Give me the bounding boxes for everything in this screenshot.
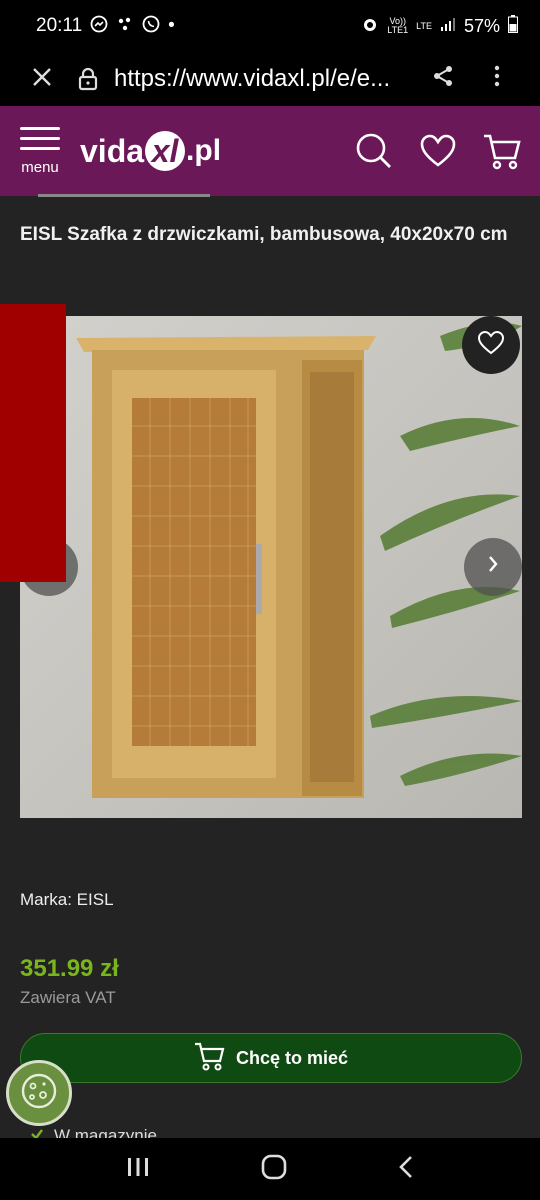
dots-app-icon bbox=[116, 15, 134, 38]
back-button[interactable] bbox=[398, 1155, 414, 1184]
chevron-right-icon bbox=[486, 554, 500, 580]
search-icon[interactable] bbox=[354, 131, 394, 171]
add-to-cart-label: Chcę to mieć bbox=[235, 1047, 349, 1068]
clock: 20:11 bbox=[36, 15, 83, 36]
product-title: EISL Szafka z drzwiczkami, bambusowa, 40… bbox=[20, 224, 508, 245]
red-side-tab[interactable] bbox=[0, 304, 66, 582]
messenger-icon bbox=[90, 15, 108, 38]
more-vertical-icon bbox=[494, 65, 500, 92]
close-tab-button[interactable] bbox=[16, 64, 68, 95]
add-to-cart-button[interactable]: Chcę to mieć bbox=[20, 1033, 522, 1083]
product-price: 351.99 zł bbox=[20, 955, 119, 982]
check-icon bbox=[30, 1126, 44, 1138]
product-image[interactable] bbox=[20, 316, 522, 818]
share-icon bbox=[432, 66, 454, 92]
url-field[interactable]: https://www.vidaxl.pl/e/e... bbox=[108, 65, 416, 93]
cart-icon bbox=[194, 1041, 226, 1076]
heart-icon bbox=[477, 330, 505, 361]
cart-icon[interactable] bbox=[482, 132, 522, 170]
browser-toolbar: https://www.vidaxl.pl/e/e... bbox=[0, 52, 540, 106]
share-button[interactable] bbox=[416, 65, 470, 93]
stock-label: W magazynie bbox=[54, 1126, 157, 1138]
cookie-icon bbox=[19, 1071, 59, 1116]
lte-indicator: LTE bbox=[416, 20, 432, 31]
vidaxl-logo[interactable]: vida xl .pl bbox=[80, 131, 221, 171]
recent-apps-button[interactable] bbox=[126, 1156, 150, 1183]
home-button[interactable] bbox=[261, 1154, 287, 1185]
vat-note: Zawiera VAT bbox=[20, 988, 116, 1007]
battery-icon bbox=[508, 14, 518, 38]
close-icon bbox=[31, 64, 53, 94]
volte-indicator: Vo)) LTE1 bbox=[387, 16, 409, 35]
whatsapp-icon bbox=[142, 15, 160, 38]
lock-icon[interactable] bbox=[68, 67, 108, 91]
signal-icon bbox=[440, 16, 456, 37]
cabinet-illustration bbox=[76, 322, 522, 798]
menu-button[interactable]: menu bbox=[18, 126, 62, 176]
header-divider bbox=[38, 194, 210, 197]
battery-percent: 57% bbox=[463, 15, 500, 36]
notification-dot: • bbox=[168, 15, 175, 36]
cookie-settings-button[interactable] bbox=[6, 1060, 72, 1126]
more-menu-button[interactable] bbox=[470, 65, 524, 93]
hamburger-icon bbox=[20, 126, 60, 130]
add-to-wishlist-button[interactable] bbox=[462, 316, 520, 374]
next-image-button[interactable] bbox=[464, 538, 522, 596]
menu-label: menu bbox=[21, 158, 59, 176]
android-nav-bar bbox=[0, 1138, 540, 1200]
status-bar: 20:11 • Vo)) LTE1 LTE 57% bbox=[0, 0, 540, 52]
site-header: menu vida xl .pl bbox=[0, 106, 540, 196]
wishlist-heart-icon[interactable] bbox=[420, 134, 456, 168]
stock-status: W magazynie bbox=[30, 1126, 157, 1138]
alarm-icon bbox=[361, 15, 379, 38]
product-brand: Marka: EISL bbox=[20, 890, 114, 909]
